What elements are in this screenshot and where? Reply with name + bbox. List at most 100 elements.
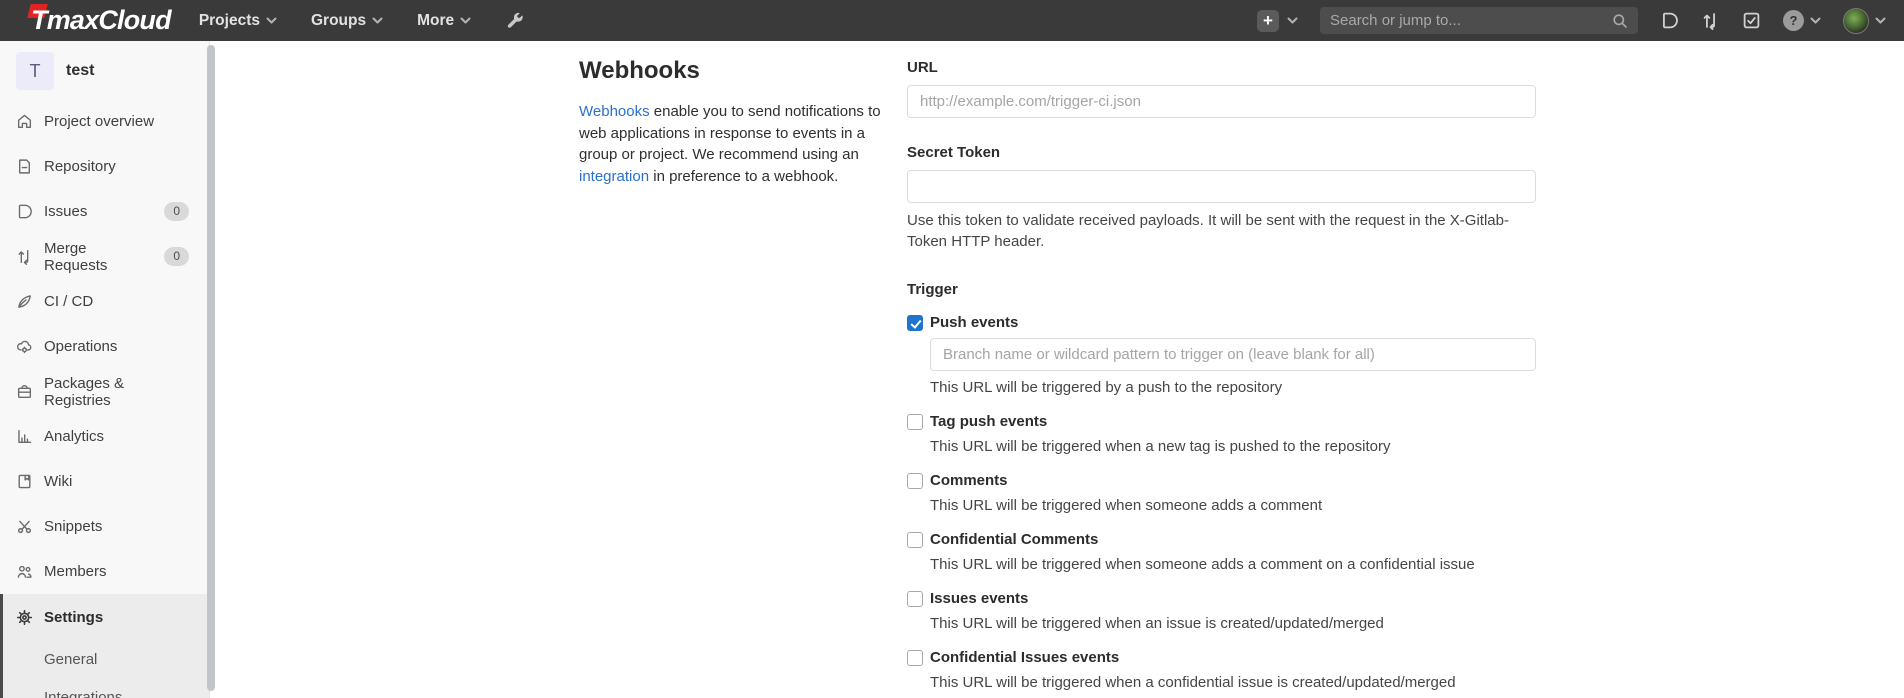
sidebar-item-operations[interactable]: Operations <box>0 324 209 369</box>
comments-label[interactable]: Comments <box>930 471 1008 491</box>
admin-wrench-button[interactable] <box>505 11 524 30</box>
chevron-down-icon <box>266 17 277 24</box>
issues-events-checkbox[interactable] <box>907 591 923 607</box>
plus-icon: + <box>1257 10 1279 32</box>
chevron-down-icon <box>460 17 471 24</box>
trigger-confidential-issues-events: Confidential Issues events This URL will… <box>907 648 1536 693</box>
navbar-right-cluster: + ? <box>1257 7 1886 34</box>
scissors-icon <box>16 518 33 535</box>
project-avatar[interactable]: T <box>16 52 54 90</box>
issues-icon <box>16 203 33 220</box>
nav-more-menu[interactable]: More <box>417 12 471 30</box>
comments-help: This URL will be triggered when someone … <box>930 495 1536 516</box>
webhooks-doc-link[interactable]: Webhooks <box>579 103 650 120</box>
sidebar-item-members[interactable]: Members <box>0 549 209 594</box>
global-search <box>1320 7 1638 34</box>
todos-button[interactable] <box>1742 11 1761 30</box>
merge-requests-button[interactable] <box>1701 11 1720 30</box>
branch-filter-input[interactable] <box>930 338 1536 371</box>
push-events-label[interactable]: Push events <box>930 313 1018 333</box>
nav-projects-menu[interactable]: Projects <box>199 12 277 30</box>
push-events-help: This URL will be triggered by a push to … <box>930 377 1536 398</box>
wrench-icon <box>505 11 524 30</box>
user-menu[interactable] <box>1843 8 1886 34</box>
confidential-comments-help: This URL will be triggered when someone … <box>930 554 1536 575</box>
trigger-comments: Comments This URL will be triggered when… <box>907 471 1536 516</box>
sidebar-item-settings[interactable]: Settings <box>3 594 209 640</box>
secret-token-help: Use this token to validate received payl… <box>907 210 1536 252</box>
top-navbar: TmaxCloud Projects Groups More + <box>0 0 1904 41</box>
chart-icon <box>16 428 33 445</box>
nav-groups-menu[interactable]: Groups <box>311 12 383 30</box>
tag-push-events-label[interactable]: Tag push events <box>930 412 1047 432</box>
project-header: T test <box>0 41 209 99</box>
sidebar-item-repository[interactable]: Repository <box>0 144 209 189</box>
search-input[interactable] <box>1330 12 1612 29</box>
trigger-label: Trigger <box>907 281 1536 298</box>
secret-token-input[interactable] <box>907 170 1536 203</box>
comments-checkbox[interactable] <box>907 473 923 489</box>
help-menu[interactable]: ? <box>1783 10 1821 31</box>
trigger-confidential-comments: Confidential Comments This URL will be t… <box>907 530 1536 575</box>
url-label: URL <box>907 59 1536 76</box>
tmaxcloud-logo[interactable]: TmaxCloud <box>18 0 171 41</box>
document-icon <box>16 158 33 175</box>
secret-token-label: Secret Token <box>907 144 1536 161</box>
rocket-icon <box>16 293 33 310</box>
book-icon <box>16 473 33 490</box>
home-icon <box>16 113 33 130</box>
webhook-form: URL Secret Token Use this token to valid… <box>907 52 1536 698</box>
sidebar-item-project-overview[interactable]: Project overview <box>0 99 209 144</box>
webhooks-intro-column: Webhooks Webhooks enable you to send not… <box>579 52 907 698</box>
sidebar-scrollbar[interactable] <box>207 45 215 691</box>
sidebar-settings-section: Settings General Integrations <box>0 594 209 698</box>
sidebar-item-ci-cd[interactable]: CI / CD <box>0 279 209 324</box>
trigger-issues-events: Issues events This URL will be triggered… <box>907 589 1536 634</box>
issues-events-label[interactable]: Issues events <box>930 589 1028 609</box>
issues-events-help: This URL will be triggered when an issue… <box>930 613 1536 634</box>
issues-icon <box>1660 11 1679 30</box>
sidebar-item-merge-requests[interactable]: Merge Requests 0 <box>0 234 209 279</box>
search-icon[interactable] <box>1612 13 1628 29</box>
chevron-down-icon <box>1287 17 1298 24</box>
tag-push-events-checkbox[interactable] <box>907 414 923 430</box>
sidebar-item-packages-registries[interactable]: Packages & Registries <box>0 369 209 414</box>
package-icon <box>16 383 33 400</box>
tag-push-events-help: This URL will be triggered when a new ta… <box>930 436 1536 457</box>
trigger-push-events: Push events This URL will be triggered b… <box>907 313 1536 398</box>
logo-text: TmaxCloud <box>31 5 171 36</box>
issues-count-badge: 0 <box>164 202 189 220</box>
main-area: PlatformPS › test › Webhook Settings Web… <box>211 0 1904 698</box>
sidebar-item-issues[interactable]: Issues 0 <box>0 189 209 234</box>
webhooks-description: Webhooks enable you to send notification… <box>579 101 899 187</box>
avatar <box>1843 8 1869 34</box>
trigger-tag-push-events: Tag push events This URL will be trigger… <box>907 412 1536 457</box>
merge-requests-count-badge: 0 <box>164 247 189 265</box>
sidebar-subitem-general[interactable]: General <box>3 640 209 678</box>
confidential-comments-checkbox[interactable] <box>907 532 923 548</box>
new-item-dropdown[interactable]: + <box>1257 10 1298 32</box>
todo-check-icon <box>1742 11 1761 30</box>
sidebar-item-snippets[interactable]: Snippets <box>0 504 209 549</box>
integration-link[interactable]: integration <box>579 168 649 185</box>
chevron-down-icon <box>1810 17 1821 24</box>
confidential-comments-label[interactable]: Confidential Comments <box>930 530 1098 550</box>
confidential-issues-events-checkbox[interactable] <box>907 650 923 666</box>
page-title: Webhooks <box>579 57 907 85</box>
help-icon: ? <box>1783 10 1804 31</box>
project-sidebar: T test Project overview Repository Issue… <box>0 41 210 698</box>
chevron-down-icon <box>1875 17 1886 24</box>
confidential-issues-events-label[interactable]: Confidential Issues events <box>930 648 1119 668</box>
sidebar-item-wiki[interactable]: Wiki <box>0 459 209 504</box>
project-name: test <box>66 62 94 80</box>
issues-dashboard-button[interactable] <box>1660 11 1679 30</box>
sidebar-subitem-integrations[interactable]: Integrations <box>3 678 209 698</box>
cloud-gear-icon <box>16 338 33 355</box>
push-events-checkbox[interactable] <box>907 315 923 331</box>
merge-request-icon <box>16 248 33 265</box>
url-input[interactable] <box>907 85 1536 118</box>
navbar-links: Projects Groups More <box>199 12 471 30</box>
sidebar-item-analytics[interactable]: Analytics <box>0 414 209 459</box>
chevron-down-icon <box>372 17 383 24</box>
confidential-issues-events-help: This URL will be triggered when a confid… <box>930 672 1536 693</box>
